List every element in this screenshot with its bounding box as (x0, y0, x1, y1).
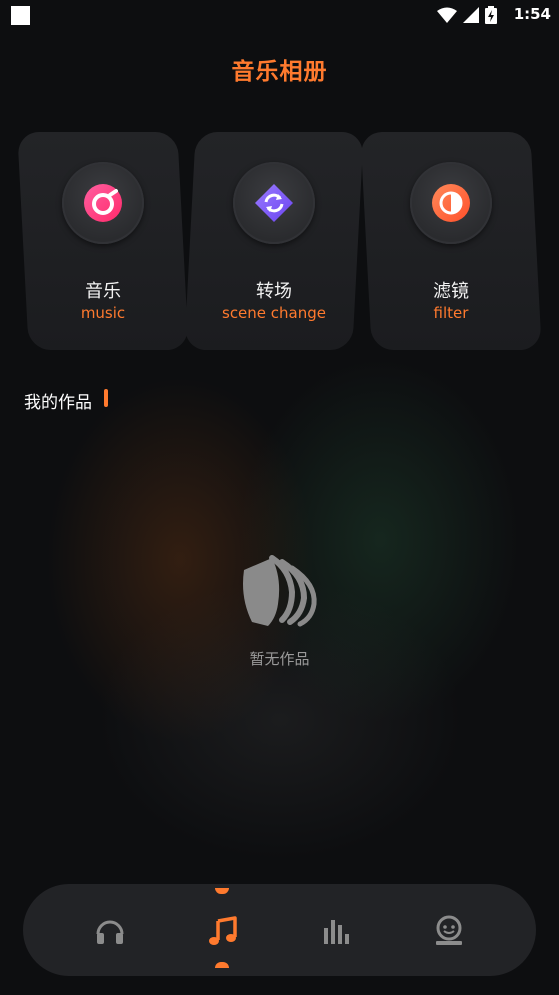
notification-icon (11, 6, 30, 25)
feature-subtitle: filter (433, 304, 469, 322)
empty-works-icon (243, 555, 317, 627)
feature-card-scene-change[interactable]: 转场 scene change (184, 132, 364, 350)
feature-title: 滤镜 (433, 281, 469, 302)
section-accent-bar (104, 389, 108, 407)
nav-profile[interactable] (424, 906, 474, 956)
headphones-icon (96, 920, 124, 944)
transition-icon (233, 162, 315, 244)
nav-equalizer[interactable] (311, 906, 361, 956)
profile-icon (436, 915, 462, 945)
page-title: 音乐相册 (231, 59, 328, 85)
nav-music[interactable] (198, 906, 248, 956)
status-time: 1:54 (513, 5, 551, 23)
filter-icon (410, 162, 492, 244)
signal-icon (463, 7, 479, 23)
nav-headphones[interactable] (85, 906, 135, 956)
wifi-icon (437, 7, 457, 23)
active-indicator-bottom (215, 962, 229, 968)
feature-title: 音乐 (85, 281, 121, 302)
feature-card-filter[interactable]: 滤镜 filter (360, 132, 542, 350)
feature-card-music[interactable]: 音乐 music (17, 132, 189, 350)
feature-subtitle: scene change (222, 304, 326, 322)
status-icons (437, 6, 497, 24)
status-bar: 1:54 (0, 0, 559, 30)
feature-subtitle: music (80, 304, 126, 322)
battery-icon (485, 6, 497, 24)
my-works-title: 我的作品 (24, 393, 92, 413)
feature-title: 转场 (256, 281, 292, 302)
empty-works-text: 暂无作品 (249, 650, 310, 668)
equalizer-icon (324, 920, 349, 944)
music-disc-icon (62, 162, 144, 244)
music-note-icon (209, 916, 237, 945)
